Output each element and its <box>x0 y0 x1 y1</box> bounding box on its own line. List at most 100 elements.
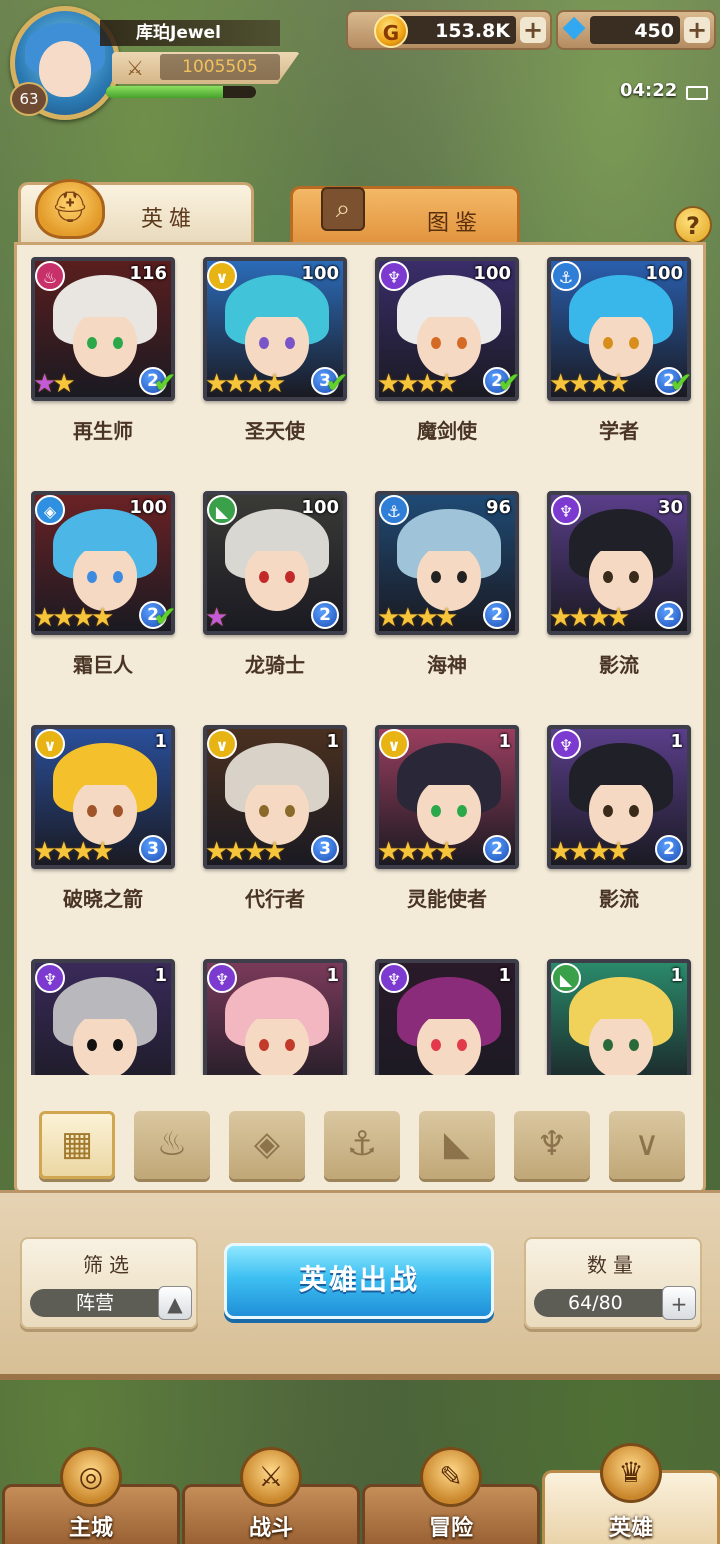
hero-level: 1 <box>670 731 683 752</box>
tab-codex-label: 图鉴 <box>427 211 484 236</box>
star-rating: ★★★★ <box>377 369 458 399</box>
hero-card[interactable]: ◣ 100 ★ 2 <box>203 491 347 635</box>
hero-name: 影流 <box>599 887 639 911</box>
dark-faction-icon[interactable]: ♆ <box>514 1111 590 1179</box>
star-rating: ★★★★ <box>33 837 114 867</box>
nav-tab-0[interactable]: ◎ 主城 <box>2 1447 180 1544</box>
gem-value: 450 <box>634 20 674 42</box>
hero-name: 龙骑士 <box>245 653 305 677</box>
hero-level: 100 <box>473 263 511 284</box>
star-rating: ★★★★ <box>377 603 458 633</box>
experience-fill <box>106 86 223 98</box>
hero-card[interactable]: ∨ 100 ★★★★ 3 ✔ <box>203 257 349 401</box>
checkmark-icon: ✔ <box>325 366 349 399</box>
star-rating: ★★★★ <box>549 369 630 399</box>
rank-badge: 2 <box>311 601 339 629</box>
beast-faction-icon[interactable]: ◣ <box>419 1111 495 1179</box>
add-gems-button[interactable]: + <box>684 17 710 43</box>
hero-level: 1 <box>154 965 167 986</box>
clock: 04:22 <box>620 80 678 101</box>
hero-card[interactable]: ◣ 1 <box>547 959 691 1075</box>
water-faction-icon: ⚓ <box>551 261 581 291</box>
hero-card[interactable]: ∨ 1 ★★★★ 2 <box>375 725 519 869</box>
nav-tab-2[interactable]: ✎ 冒险 <box>362 1447 540 1544</box>
checkmark-icon: ✔ <box>497 366 521 399</box>
rank-badge: 3 <box>139 835 167 863</box>
anchor-faction-icon[interactable]: ⚓ <box>324 1111 400 1179</box>
checkmark-icon: ✔ <box>153 366 177 399</box>
hero-level: 1 <box>498 731 511 752</box>
hero-name: 霜巨人 <box>73 653 133 677</box>
light-faction-icon: ∨ <box>35 729 65 759</box>
count-box: 数量 64/80 + <box>524 1237 702 1329</box>
nav-label: 主城 <box>68 1516 113 1541</box>
hero-card[interactable]: ⚓ 100 ★★★★ 2 ✔ <box>547 257 693 401</box>
gold-coin-icon: G <box>374 14 408 48</box>
crossed-swords-icon: ⚔ <box>126 56 144 80</box>
control-bar: 筛选 阵营 ▲ 英雄出战 数量 64/80 + <box>0 1190 720 1380</box>
help-button[interactable]: ? <box>674 206 712 244</box>
deploy-heroes-button[interactable]: 英雄出战 <box>224 1243 494 1319</box>
hero-grid[interactable]: ♨ 116 ★★ 2 ✔ 再生师 ∨ 100 ★★★★ 3 ✔ 圣天使 ♆ 100 ★★★★ 2 ✔ 魔剑使 ⚓ 10… <box>31 245 695 1075</box>
nav-tab-1[interactable]: ⚔ 战斗 <box>182 1447 360 1544</box>
diamond-icon: ◆ <box>562 9 586 44</box>
map-scroll-icon: ✎ <box>420 1447 482 1507</box>
hero-count-value: 64/80 <box>568 1292 623 1314</box>
rank-badge: 2 <box>655 601 683 629</box>
star-rating: ★★★★ <box>549 837 630 867</box>
hero-card[interactable]: ♆ 1 <box>203 959 347 1075</box>
grid-icon[interactable]: ▦ <box>39 1111 115 1179</box>
nav-tab-3[interactable]: ♛ 英雄 <box>542 1443 720 1544</box>
rank-badge: 2 <box>483 835 511 863</box>
helmet-icon: ⛑ <box>35 179 105 239</box>
light-faction-icon[interactable]: ∨ <box>609 1111 685 1179</box>
light-faction-icon: ∨ <box>207 261 237 291</box>
crossed-swords-icon: ⚔ <box>240 1447 302 1507</box>
flame-faction-icon[interactable]: ♨ <box>134 1111 210 1179</box>
hero-name: 破晓之箭 <box>63 887 143 911</box>
chevron-up-icon[interactable]: ▲ <box>158 1286 192 1320</box>
frost-faction-icon: ◈ <box>35 495 65 525</box>
nav-label: 战斗 <box>248 1516 293 1541</box>
hero-card[interactable]: ♆ 1 ★★★★ 2 <box>547 725 691 869</box>
water-faction-icon: ⚓ <box>379 495 409 525</box>
frost-faction-icon[interactable]: ◈ <box>229 1111 305 1179</box>
castle-icon: ◎ <box>60 1447 122 1507</box>
hero-card[interactable]: ∨ 1 ★★★★ 3 <box>31 725 175 869</box>
dark-faction-icon: ♆ <box>551 729 581 759</box>
tab-codex[interactable]: ⌕ 图鉴 <box>290 186 520 248</box>
hero-level: 1 <box>498 965 511 986</box>
hero-card[interactable]: ∨ 1 ★★★★ 3 <box>203 725 347 869</box>
hero-level: 1 <box>670 965 683 986</box>
star-rating: ★★ <box>33 369 76 399</box>
hero-name: 再生师 <box>73 419 133 443</box>
hero-level: 96 <box>485 497 511 518</box>
star-rating: ★ <box>205 603 228 633</box>
hero-card[interactable]: ♆ 1 <box>31 959 175 1075</box>
add-gold-button[interactable]: + <box>520 17 546 43</box>
light-faction-icon: ∨ <box>207 729 237 759</box>
hero-level: 1 <box>154 731 167 752</box>
filter-select[interactable]: 阵营 ▲ <box>30 1286 192 1320</box>
filter-value: 阵营 <box>76 1292 115 1314</box>
hero-level: 1 <box>326 731 339 752</box>
hero-card[interactable]: ♆ 100 ★★★★ 2 ✔ <box>375 257 521 401</box>
hero-level: 30 <box>657 497 683 518</box>
gold-value: 153.8K <box>435 20 510 42</box>
checkmark-icon: ✔ <box>669 366 693 399</box>
hero-card[interactable]: ⚓ 96 ★★★★ 2 <box>375 491 519 635</box>
hero-card[interactable]: ♆ 1 <box>375 959 519 1075</box>
hero-card[interactable]: ◈ 100 ★★★★ 2 ✔ <box>31 491 177 635</box>
hero-card[interactable]: ♨ 116 ★★ 2 ✔ <box>31 257 177 401</box>
combat-power-value: 1005505 <box>160 54 280 80</box>
count-title: 数量 <box>587 1253 639 1277</box>
checkmark-icon: ✔ <box>153 600 177 633</box>
light-faction-icon: ∨ <box>379 729 409 759</box>
tab-heroes[interactable]: ⛑ 英雄 <box>18 179 254 244</box>
hero-card[interactable]: ♆ 30 ★★★★ 2 <box>547 491 691 635</box>
expand-slots-button[interactable]: + <box>662 1286 696 1320</box>
magnifier-icon: ⌕ <box>321 187 365 231</box>
rank-badge: 2 <box>655 835 683 863</box>
hero-crest-icon: ♛ <box>600 1443 662 1503</box>
star-rating: ★★★★ <box>205 837 286 867</box>
